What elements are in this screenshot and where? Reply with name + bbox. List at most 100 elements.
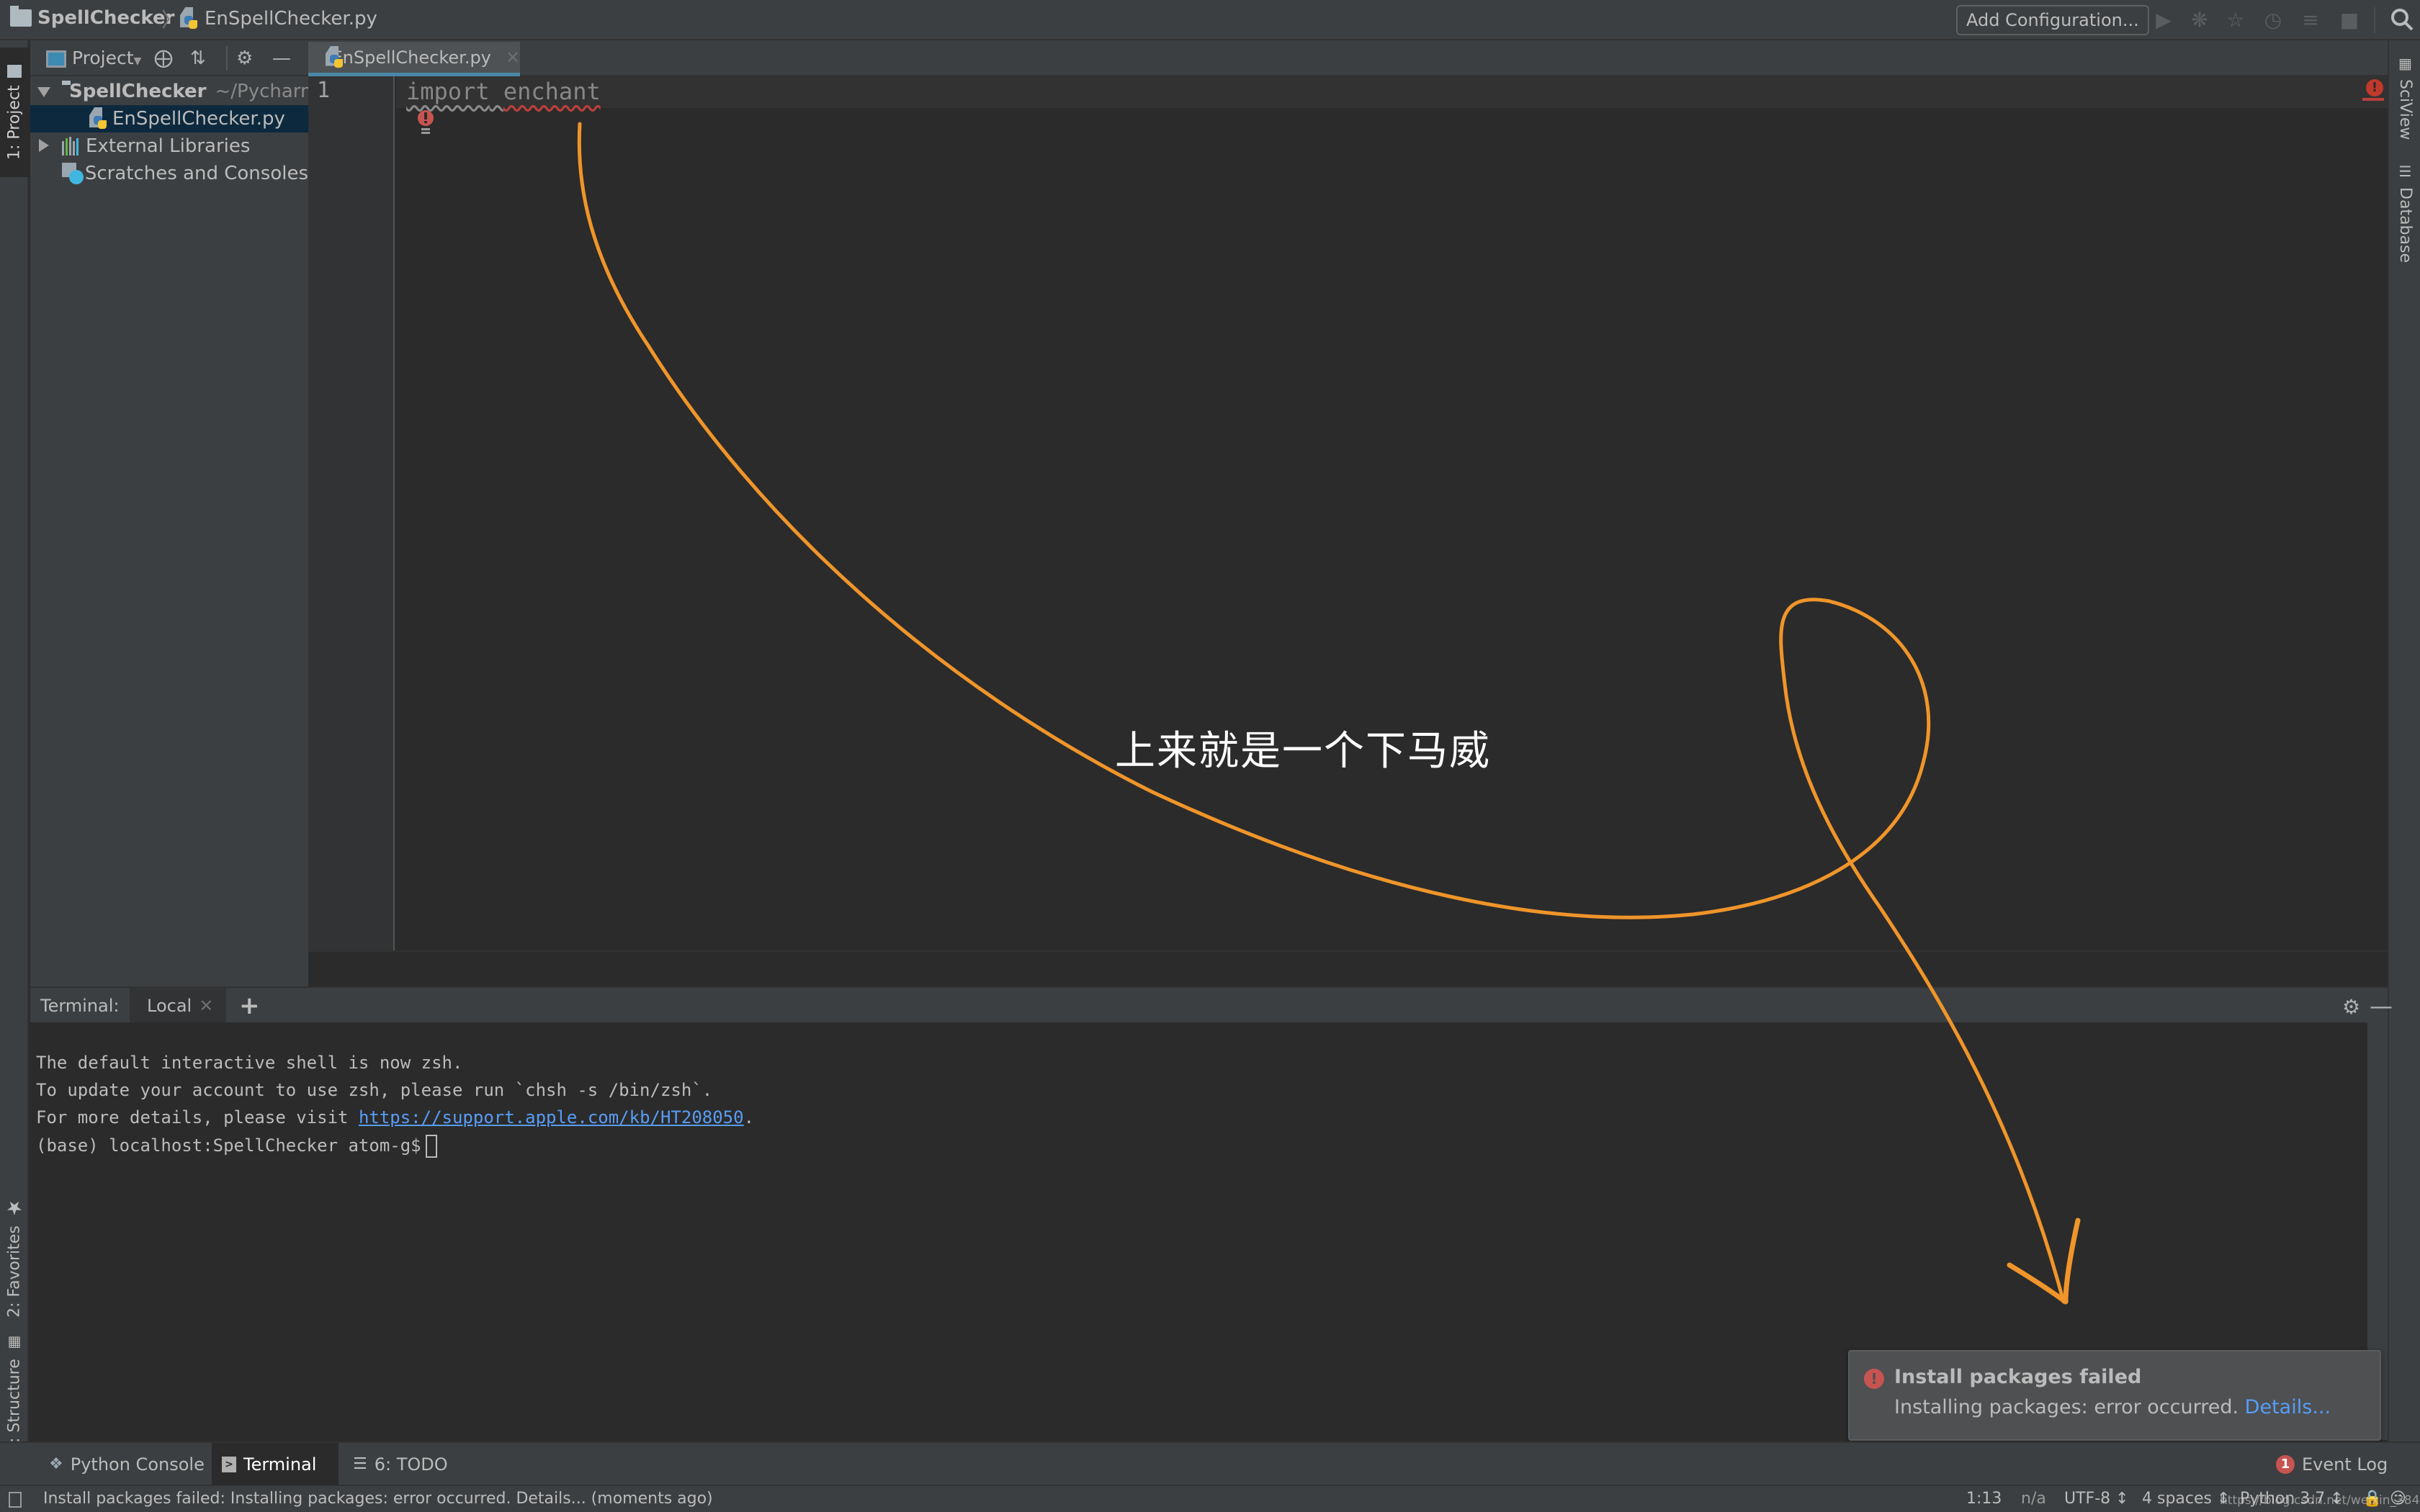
concurrency-icon[interactable]: ≡: [2299, 9, 2322, 32]
expand-arrow-icon[interactable]: [39, 132, 52, 160]
file-encoding[interactable]: UTF-8 ↕: [2064, 1486, 2129, 1512]
breadcrumb-project[interactable]: SpellChecker: [10, 6, 174, 29]
tree-item-label: EnSpellChecker.py: [112, 108, 285, 130]
terminal-line: The default interactive shell is now zsh…: [36, 1053, 463, 1073]
code-line[interactable]: import enchant: [406, 78, 601, 105]
bottom-tool-tabs: ❖ Python Console > Terminal ☰ 6: TODO 1 …: [0, 1441, 2420, 1486]
terminal-tab-label: Local: [147, 996, 192, 1016]
tool-tab-sciview-label: SciView: [2396, 79, 2414, 140]
terminal-line: To update your account to use zsh, pleas…: [36, 1080, 713, 1100]
terminal-prompt-text: (base) localhost:SpellChecker atom-g$: [36, 1135, 421, 1156]
breadcrumb-file-label: EnSpellChecker.py: [205, 8, 377, 30]
line-number: 1: [317, 78, 331, 103]
notification-title: Install packages failed: [1894, 1366, 2142, 1388]
tree-item-label: Scratches and Consoles: [84, 163, 308, 184]
error-stripe-icon[interactable]: !: [2366, 79, 2383, 96]
tree-item-external-libraries[interactable]: External Libraries: [30, 132, 308, 160]
tree-item-scratches[interactable]: Scratches and Consoles: [30, 160, 308, 187]
debug-icon[interactable]: ❋: [2188, 9, 2211, 32]
tool-tab-terminal-label: Terminal: [243, 1454, 317, 1475]
terminal-link[interactable]: https://support.apple.com/kb/HT208050: [359, 1107, 744, 1128]
code-keyword: import: [406, 78, 490, 105]
profile-icon[interactable]: ◷: [2262, 9, 2285, 32]
terminal-line-text: For more details, please visit: [36, 1107, 359, 1128]
code-editor[interactable]: import enchant !: [396, 76, 2388, 950]
search-icon[interactable]: [2390, 7, 2414, 32]
caret-line: [396, 76, 2388, 108]
python-file-icon: [324, 45, 343, 69]
tree-item-path: ~/PycharmProjects: [215, 81, 308, 102]
annotation-caption: 上来就是一个下马威: [1115, 728, 1491, 775]
notification-body-text: Installing packages: error occurred.: [1894, 1396, 2239, 1418]
collapse-all-icon[interactable]: ⇅: [190, 48, 206, 69]
error-stripe-marker[interactable]: [2362, 98, 2384, 101]
caret-position[interactable]: 1:13: [1966, 1486, 2002, 1512]
minimize-icon[interactable]: —: [2370, 992, 2393, 1020]
python-file-icon: [179, 7, 199, 30]
terminal-line: For more details, please visit https://s…: [36, 1107, 754, 1128]
add-configuration-button[interactable]: Add Configuration...: [1956, 5, 2149, 35]
tree-item-enspellchecker[interactable]: EnSpellChecker.py: [30, 105, 308, 132]
run-icon[interactable]: ▶: [2152, 9, 2175, 32]
tree-item-spellchecker[interactable]: SpellChecker ~/PycharmProjects: [30, 78, 308, 105]
close-icon[interactable]: ✕: [199, 996, 213, 1016]
terminal-line-suffix: .: [743, 1107, 755, 1128]
chevron-down-icon: ▼: [133, 55, 142, 67]
tool-tab-python-console[interactable]: ❖ Python Console: [39, 1443, 215, 1486]
left-tool-strip: 1: Project 2: Favorites ★ 7: Structure ▦: [0, 40, 29, 1485]
error-icon: !: [1864, 1369, 1884, 1389]
terminal-icon: >: [222, 1457, 236, 1472]
terminal-tab-local[interactable]: Local ✕: [130, 988, 226, 1024]
tree-item-label: SpellChecker: [69, 81, 207, 102]
editor-bottom-area: [308, 950, 2388, 985]
status-bar: Install packages failed: Installing pack…: [0, 1485, 2420, 1512]
star-icon: ★: [4, 1197, 25, 1219]
tool-tab-database-label: Database: [2396, 187, 2414, 263]
tool-tab-database[interactable]: ☰ Database: [2389, 163, 2420, 292]
project-view-icon: [46, 50, 66, 68]
tool-tab-sciview[interactable]: ▦ SciView: [2389, 55, 2420, 163]
line-separator-indicator: n/a: [2021, 1490, 2046, 1508]
scratches-icon: [62, 163, 84, 184]
error-bulb-icon[interactable]: [416, 109, 435, 135]
structure-icon: ▦: [6, 1334, 23, 1352]
notification-balloon[interactable]: ! Install packages failed Installing pac…: [1848, 1350, 2381, 1441]
expand-arrow-icon[interactable]: [37, 78, 50, 105]
minimize-icon[interactable]: —: [272, 48, 291, 69]
database-icon: ☰: [2396, 163, 2414, 180]
tool-tab-python-console-label: Python Console: [70, 1454, 205, 1475]
folder-icon: [7, 65, 22, 78]
gear-icon[interactable]: ⚙: [236, 48, 253, 69]
tool-tab-todo[interactable]: ☰ 6: TODO: [343, 1443, 458, 1486]
project-panel: Project▼ ⨁ ⇅ ⚙ — SpellChecker ~/PycharmP…: [30, 40, 308, 986]
event-log-button[interactable]: 1 Event Log: [2266, 1443, 2398, 1486]
tool-tab-structure-label: 7: Structure: [5, 1359, 24, 1454]
editor-tab[interactable]: EnSpellChecker.py ✕: [308, 42, 520, 76]
editor-tab-label: EnSpellChecker.py: [331, 47, 491, 68]
gear-icon[interactable]: ⚙: [2342, 995, 2360, 1019]
terminal-title: Terminal:: [40, 996, 120, 1016]
breadcrumb-file[interactable]: EnSpellChecker.py: [179, 7, 377, 30]
status-message[interactable]: Install packages failed: Installing pack…: [43, 1486, 713, 1512]
watermark: https://blog.csdn.net/weixin_38411989: [2220, 1493, 2420, 1508]
toggle-tool-windows-icon[interactable]: [9, 1492, 22, 1508]
terminal-header: Terminal: Local ✕ + ⚙ —: [30, 986, 2393, 1024]
project-panel-bottom: [30, 950, 308, 986]
locate-icon[interactable]: ⨁: [154, 48, 173, 69]
navigation-bar: SpellChecker 〉 EnSpellChecker.py Add Con…: [0, 0, 2420, 40]
terminal-prompt[interactable]: (base) localhost:SpellChecker atom-g$: [36, 1135, 437, 1158]
editor-tab-bar: EnSpellChecker.py ✕: [308, 40, 2388, 76]
project-view-selector[interactable]: Project▼: [72, 48, 141, 68]
event-count-badge: 1: [2276, 1455, 2295, 1474]
project-view-label: Project: [72, 48, 134, 68]
stop-icon[interactable]: ■: [2338, 9, 2361, 32]
close-icon[interactable]: ✕: [506, 48, 520, 68]
python-icon: ❖: [49, 1455, 63, 1473]
indent-setting[interactable]: 4 spaces ↕: [2142, 1486, 2230, 1512]
coverage-icon[interactable]: ⛦: [2224, 9, 2247, 32]
new-terminal-button[interactable]: +: [239, 988, 260, 1024]
code-module-unresolved: enchant: [503, 78, 601, 105]
notification-details-link[interactable]: Details...: [2245, 1396, 2331, 1418]
tool-tab-terminal[interactable]: > Terminal: [212, 1443, 339, 1486]
tool-tab-project[interactable]: 1: Project: [0, 48, 29, 177]
